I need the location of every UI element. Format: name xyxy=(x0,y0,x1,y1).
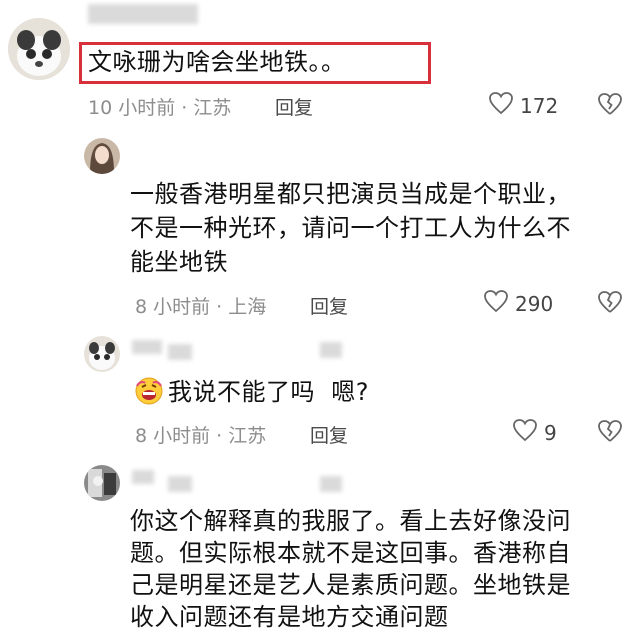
reply-button[interactable]: 回复 xyxy=(310,421,348,448)
like-button[interactable]: 9 xyxy=(512,418,557,447)
username-blurred xyxy=(132,340,162,354)
heart-icon xyxy=(483,289,509,318)
avatar[interactable] xyxy=(8,18,70,80)
comment-line: 不是一种光环，请问一个打工人为什么不 xyxy=(130,214,571,242)
broken-heart-icon[interactable] xyxy=(597,92,623,120)
username-blurred xyxy=(132,470,154,484)
like-count: 290 xyxy=(515,291,554,316)
like-count: 9 xyxy=(544,420,557,445)
comment-line: 己是明星还是艺人是素质问题。坐地铁是 xyxy=(130,571,571,599)
like-count: 172 xyxy=(520,93,559,118)
emoji-icon xyxy=(134,376,163,405)
avatar[interactable] xyxy=(84,336,120,372)
comment-meta: 8 小时前 · 江苏 xyxy=(135,425,267,447)
comment-text: 文咏珊为啥会坐地铁。。 xyxy=(88,48,346,76)
broken-heart-icon[interactable] xyxy=(597,419,623,447)
avatar[interactable] xyxy=(84,465,120,501)
comment-line: 能坐地铁 xyxy=(130,248,228,276)
comment-text: 一般香港明星都只把演员当成是个职业， 不是一种光环，请问一个打工人为什么不 能坐… xyxy=(130,178,610,278)
comment-meta: 10 小时前 · 江苏 xyxy=(88,97,232,119)
like-button[interactable]: 172 xyxy=(488,91,558,120)
username-blurred xyxy=(88,4,198,24)
username-blurred xyxy=(320,342,342,358)
comment-line: 你这个解释真的我服了。看上去好像没问 xyxy=(130,507,571,535)
comment-text: 你这个解释真的我服了。看上去好像没问 题。但实际根本就不是这回事。香港称自 己是… xyxy=(130,505,620,633)
comment-line: 收入问题还有是地方交通问题 xyxy=(130,603,449,631)
comment-line: 一般香港明星都只把演员当成是个职业， xyxy=(130,180,571,208)
broken-heart-icon[interactable] xyxy=(597,290,623,318)
heart-icon xyxy=(488,91,514,120)
heart-icon xyxy=(512,418,538,447)
username-blurred xyxy=(168,476,192,492)
reply-button[interactable]: 回复 xyxy=(275,93,313,120)
reply-button[interactable]: 回复 xyxy=(310,292,348,319)
comment-meta: 8 小时前 · 上海 xyxy=(135,296,267,318)
comment-text: 我说不能了吗 嗯? xyxy=(168,378,369,406)
username-blurred xyxy=(320,476,342,492)
username-blurred xyxy=(168,344,192,360)
like-button[interactable]: 290 xyxy=(483,289,553,318)
avatar[interactable] xyxy=(84,138,120,174)
comment-line: 题。但实际根本就不是这回事。香港称自 xyxy=(130,539,571,567)
